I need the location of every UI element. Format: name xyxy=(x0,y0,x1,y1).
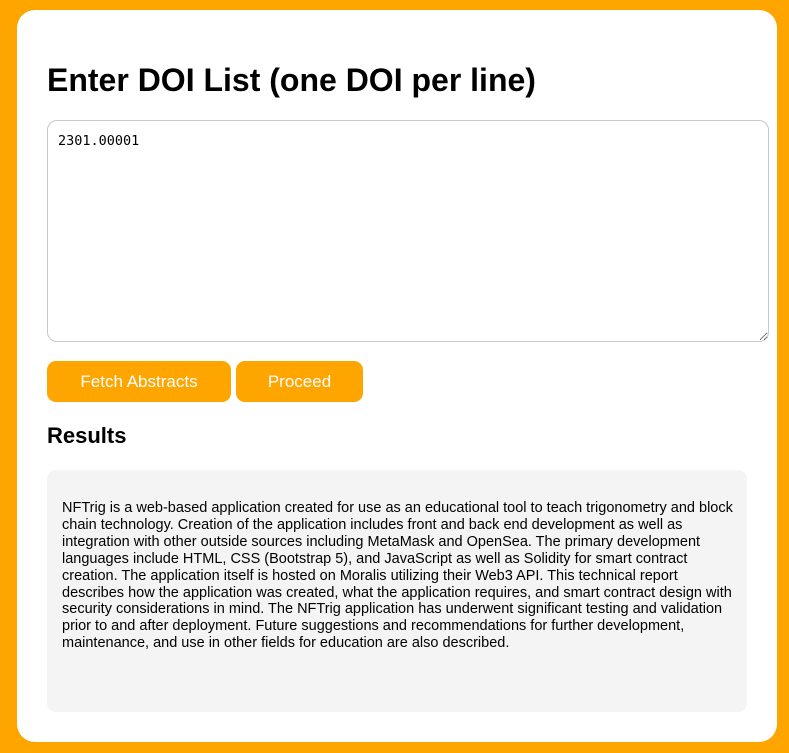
main-card: Enter DOI List (one DOI per line) Fetch … xyxy=(17,10,777,742)
doi-list-input[interactable] xyxy=(47,120,769,342)
page-title: Enter DOI List (one DOI per line) xyxy=(47,62,536,98)
proceed-button[interactable]: Proceed xyxy=(236,361,363,402)
results-panel: NFTrig is a web-based application create… xyxy=(47,470,747,712)
results-heading: Results xyxy=(47,423,127,448)
fetch-abstracts-button[interactable]: Fetch Abstracts xyxy=(47,361,231,402)
abstract-text: NFTrig is a web-based application create… xyxy=(62,500,733,652)
